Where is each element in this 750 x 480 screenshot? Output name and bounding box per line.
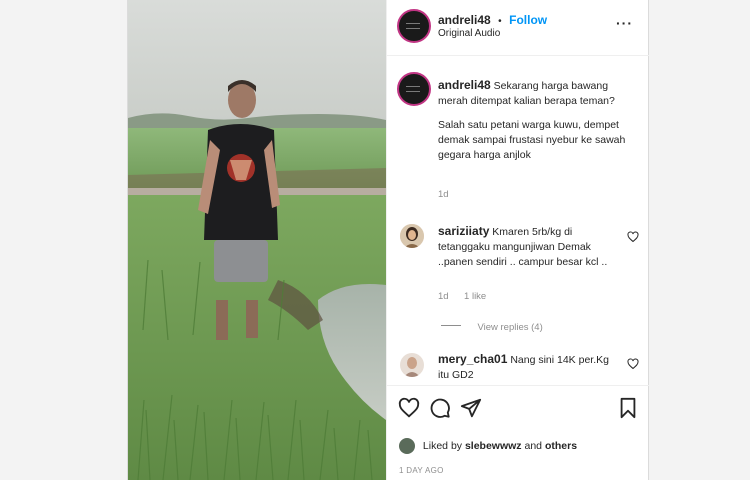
comment-time[interactable]: 1d: [438, 291, 449, 302]
comment-line-1: Kmaren 5rb/kg di: [492, 226, 573, 238]
post-video[interactable]: [128, 0, 386, 480]
view-replies-label[interactable]: View replies (4): [477, 322, 542, 333]
caption-line-3: Salah satu petani warga kuwu, dempet: [438, 119, 619, 131]
more-icon[interactable]: ···: [616, 16, 633, 30]
share-icon[interactable]: [460, 397, 482, 419]
comment-text: sariziiaty Kmaren 5rb/kg di tetanggaku m…: [438, 224, 618, 270]
view-replies-line: [441, 325, 461, 327]
comment-line-2: tetanggaku mangunjiwan Demak: [438, 241, 591, 253]
liked-by-conj: and: [524, 439, 543, 452]
header-separator: •: [498, 16, 502, 27]
commenter-avatar-image: [400, 353, 424, 377]
comment-line-2: itu GD2: [438, 369, 474, 381]
view-replies[interactable]: View replies (4): [441, 317, 543, 335]
comment-text: mery_cha01 Nang sini 14K per.Kg itu GD2: [438, 352, 618, 383]
caption-time[interactable]: 1d: [438, 189, 449, 200]
instagram-post: andreli48 • Follow Original Audio ··· an…: [127, 0, 649, 480]
video-frame-image: [128, 0, 386, 480]
caption-line-1: Sekarang harga bawang: [493, 80, 609, 92]
comment-heart-icon[interactable]: [627, 358, 639, 370]
commenter-avatar[interactable]: [400, 353, 424, 377]
liked-by-others[interactable]: others: [545, 440, 577, 452]
comment-heart-icon[interactable]: [627, 231, 639, 243]
caption-line-4: demak sampai frustasi nyebur ke sawah: [438, 134, 626, 146]
follow-button[interactable]: Follow: [509, 13, 547, 27]
post-header: andreli48 • Follow Original Audio ···: [387, 0, 649, 56]
caption-line-2: merah ditempat kalian berapa teman?: [438, 95, 615, 107]
comment-line-3: ..panen sendiri .. campur besar kcl ..: [438, 256, 608, 268]
liked-by: Liked by slebewwwz and others: [399, 438, 577, 454]
heart-icon[interactable]: [398, 397, 420, 419]
liker-avatar[interactable]: [399, 438, 415, 454]
comment-username[interactable]: mery_cha01: [438, 352, 507, 366]
audio-label[interactable]: Original Audio: [438, 28, 500, 39]
liked-by-prefix: Liked by: [422, 439, 463, 452]
liked-by-user[interactable]: slebewwwz: [465, 440, 522, 452]
comment-username[interactable]: sariziiaty: [438, 224, 489, 238]
bookmark-icon[interactable]: [617, 397, 639, 419]
caption-username[interactable]: andreli48: [438, 78, 491, 92]
post-side-panel: andreli48 • Follow Original Audio ··· an…: [386, 0, 649, 480]
comment-likes[interactable]: 1 like: [464, 291, 486, 302]
commenter-avatar-image: [400, 224, 424, 248]
comment-icon[interactable]: [429, 397, 451, 419]
author-username[interactable]: andreli48: [438, 13, 491, 27]
commenter-avatar[interactable]: [400, 224, 424, 248]
author-avatar[interactable]: [397, 9, 431, 43]
comment-line-1: Nang sini 14K per.Kg: [510, 354, 609, 366]
caption-text: andreli48 Sekarang harga bawang merah di…: [438, 78, 638, 163]
caption-avatar[interactable]: [397, 72, 431, 106]
post-timestamp[interactable]: 1 DAY AGO: [399, 466, 444, 475]
caption-line-5: gegara harga anjlok: [438, 149, 531, 161]
post-actions: Liked by slebewwwz and others 1 DAY AGO: [387, 385, 649, 480]
